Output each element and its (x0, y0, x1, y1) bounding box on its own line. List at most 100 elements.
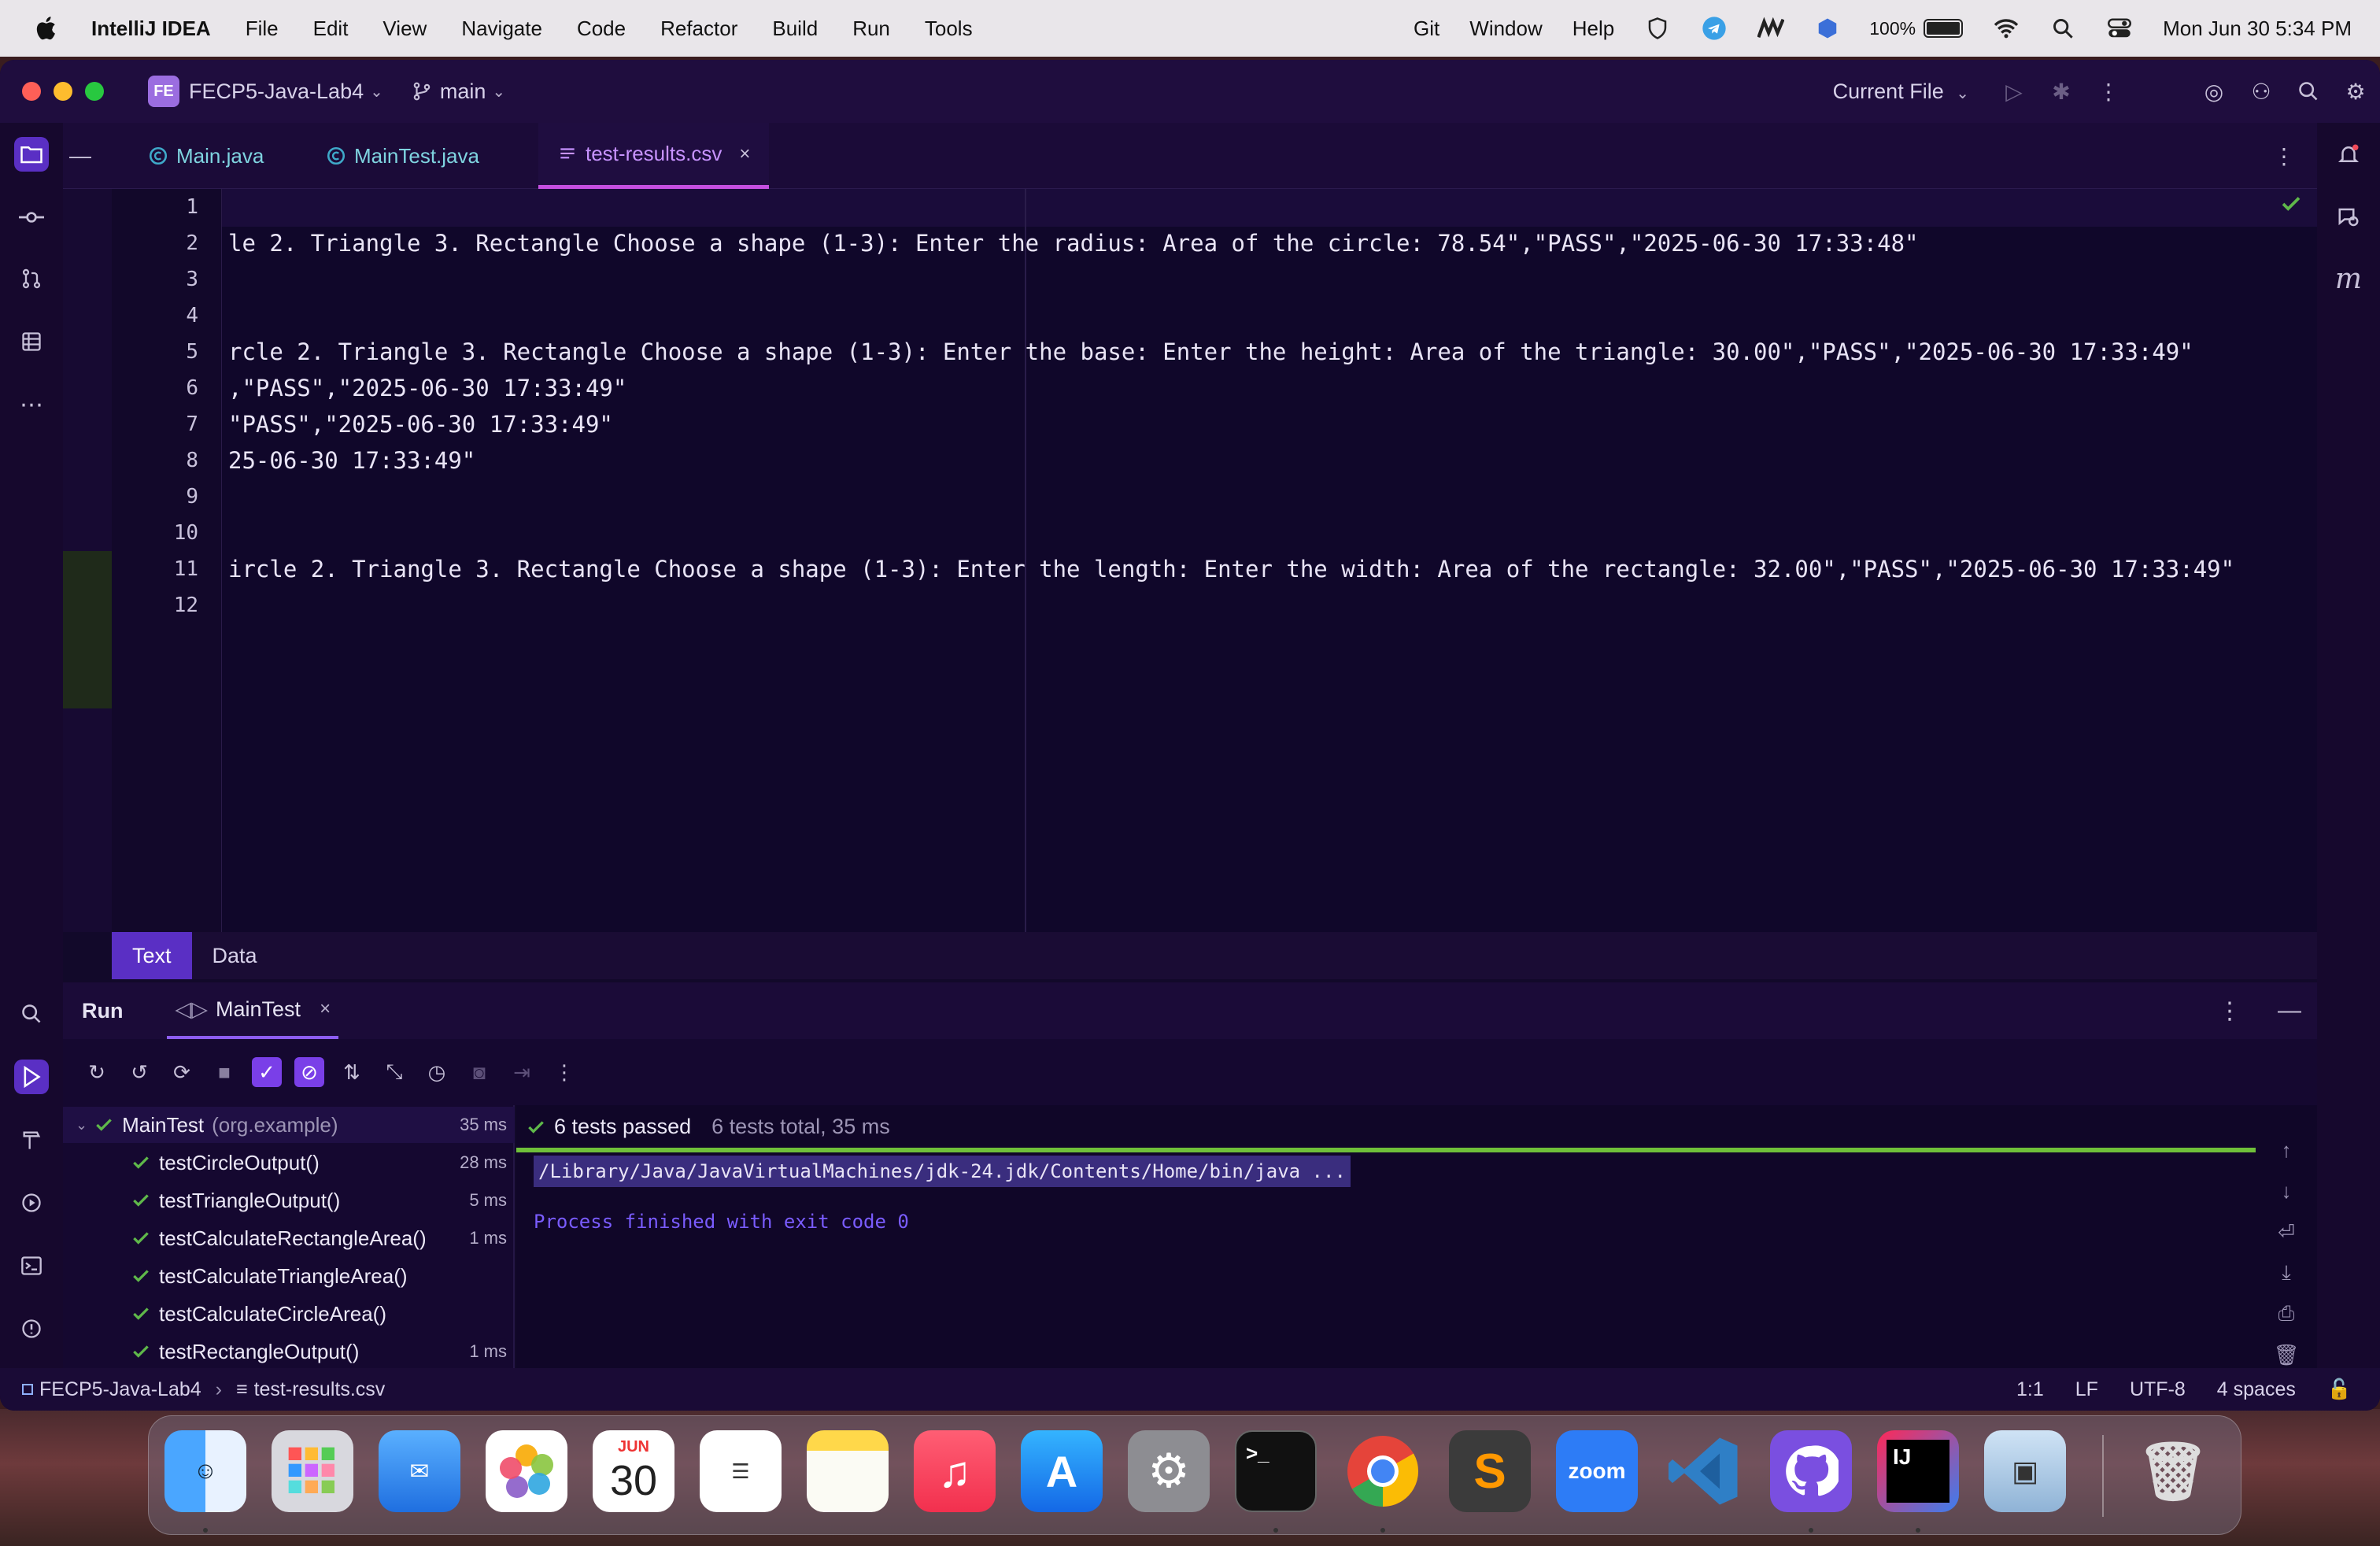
telegram-icon[interactable] (1701, 15, 1728, 42)
run-console[interactable]: 6 tests passed 6 tests total, 35 ms /Lib… (516, 1105, 2256, 1411)
code-editor[interactable]: le 2. Triangle 3. Rectangle Choose a sha… (222, 189, 2317, 932)
project-folder-icon[interactable] (14, 137, 49, 172)
more-vertical-icon[interactable]: ⋮ (2267, 139, 2301, 173)
menu-file[interactable]: File (246, 17, 279, 41)
tree-row-maintest[interactable]: ⌄ MainTest (org.example) 35 ms (63, 1107, 515, 1143)
run-icon[interactable]: ▷ (2001, 78, 2027, 105)
java-command-line[interactable]: /Library/Java/JavaVirtualMachines/jdk-24… (534, 1156, 1351, 1187)
run-tab-maintest[interactable]: ◁▷ MainTest × (167, 982, 339, 1039)
caret-position[interactable]: 1:1 (2016, 1378, 2044, 1401)
zoom-icon[interactable]: zoom (1556, 1430, 1638, 1512)
finder-icon[interactable]: ☺ (164, 1430, 246, 1512)
menu-refactor[interactable]: Refactor (660, 17, 737, 41)
menubar-clock[interactable]: Mon Jun 30 5:34 PM (2163, 17, 2352, 41)
ai-chat-icon[interactable] (2331, 200, 2366, 235)
menu-window[interactable]: Window (1469, 17, 1542, 41)
indent-setting[interactable]: 4 spaces (2217, 1378, 2296, 1401)
vscode-icon[interactable] (1663, 1430, 1745, 1512)
tree-row-test[interactable]: testCalculateTriangleArea() (63, 1258, 515, 1294)
trash-icon[interactable]: 🗑 (2273, 1341, 2300, 1368)
more-vertical-icon[interactable]: ⋮ (2218, 997, 2241, 1025)
scroll-to-end-icon[interactable]: ⤓ (2273, 1259, 2300, 1286)
run-tool-icon[interactable] (14, 1060, 49, 1094)
shield-icon[interactable] (1644, 15, 1671, 42)
cube-app-icon[interactable] (1814, 15, 1841, 42)
file-encoding[interactable]: UTF-8 (2130, 1378, 2186, 1401)
menu-git[interactable]: Git (1414, 17, 1439, 41)
sort-icon[interactable]: ⇅ (337, 1057, 367, 1087)
export-icon[interactable]: ⇥ (507, 1057, 537, 1087)
inspections-ok-icon[interactable] (2279, 192, 2303, 216)
tab-maintest-java[interactable]: MainTest.java (307, 123, 498, 189)
close-tab-icon[interactable]: × (739, 143, 750, 165)
chevron-down-icon[interactable]: ⌄ (76, 1117, 87, 1134)
gear-icon[interactable]: ⚙ (2342, 78, 2369, 105)
run-config-selector[interactable]: Current File ⌄ (1833, 80, 1969, 104)
scroll-down-icon[interactable]: ↓ (2273, 1178, 2300, 1204)
minimize-window-button[interactable] (54, 82, 72, 101)
notes-icon[interactable] (807, 1430, 889, 1512)
system-settings-icon[interactable]: ⚙ (1128, 1430, 1210, 1512)
rerun-icon[interactable]: ↻ (82, 1057, 112, 1087)
trash-icon[interactable]: 🗑 (2132, 1430, 2214, 1512)
preview-icon[interactable]: ▣ (1984, 1430, 2066, 1512)
more-vertical-icon[interactable]: ⋮ (549, 1057, 579, 1087)
tree-row-test[interactable]: testRectangleOutput() 1 ms (63, 1333, 515, 1370)
close-window-button[interactable] (22, 82, 41, 101)
structure-icon[interactable] (14, 324, 49, 359)
pull-requests-icon[interactable] (14, 261, 49, 296)
sublime-text-icon[interactable]: S (1449, 1430, 1531, 1512)
ai-assistant-icon[interactable]: ◎ (2201, 78, 2227, 105)
soft-wrap-icon[interactable]: ⏎ (2273, 1219, 2300, 1245)
rerun-failed-icon[interactable]: ↺ (124, 1057, 154, 1087)
stop-icon[interactable]: ■ (209, 1057, 239, 1087)
project-selector[interactable]: FECP5-Java-Lab4 (189, 80, 364, 104)
menu-view[interactable]: View (382, 17, 427, 41)
tree-row-test[interactable]: testTriangleOutput() 5 ms (63, 1182, 515, 1219)
chrome-icon[interactable] (1342, 1430, 1424, 1512)
branch-selector[interactable]: main ⌄ (412, 80, 505, 104)
intellij-idea-icon[interactable]: IJ (1877, 1430, 1959, 1512)
reminders-icon[interactable]: ☰ (700, 1430, 782, 1512)
tab-test-results-csv[interactable]: test-results.csv × (538, 123, 770, 189)
collapse-icon[interactable]: ⤡ (379, 1057, 409, 1087)
menu-navigate[interactable]: Navigate (461, 17, 542, 41)
show-ignored-toggle-icon[interactable]: ⊘ (294, 1057, 324, 1087)
search-icon[interactable] (2295, 78, 2322, 105)
commit-icon[interactable] (14, 200, 49, 235)
tab-data-view[interactable]: Data (192, 932, 278, 979)
breadcrumb-file[interactable]: test-results.csv (254, 1378, 386, 1401)
close-tab-icon[interactable]: × (320, 998, 331, 1020)
terminal-app-icon[interactable]: >_ (1235, 1430, 1317, 1512)
minimize-panel-icon[interactable]: — (63, 139, 98, 173)
spotlight-search-icon[interactable] (2049, 15, 2076, 42)
minimize-panel-icon[interactable]: — (2278, 997, 2301, 1024)
lock-icon[interactable]: 🔓 (2327, 1378, 2352, 1401)
project-badge[interactable]: FE (148, 76, 179, 107)
scroll-up-icon[interactable]: ↑ (2273, 1137, 2300, 1163)
debug-icon[interactable]: ✱ (2048, 78, 2075, 105)
tab-text-view[interactable]: Text (112, 932, 192, 979)
control-center-icon[interactable] (2106, 15, 2133, 42)
zoom-window-button[interactable] (85, 82, 104, 101)
add-user-icon[interactable]: ⚇ (2248, 78, 2275, 105)
launchpad-icon[interactable] (272, 1430, 353, 1512)
menu-app-name[interactable]: IntelliJ IDEA (91, 17, 211, 41)
maven-icon[interactable]: m (2331, 261, 2366, 296)
menu-run[interactable]: Run (852, 17, 890, 41)
tree-row-test[interactable]: testCalculateCircleArea() (63, 1296, 515, 1332)
calendar-icon[interactable]: JUN 30 (593, 1430, 674, 1512)
wave-app-icon[interactable] (1757, 15, 1785, 42)
menu-code[interactable]: Code (577, 17, 626, 41)
history-clock-icon[interactable]: ◷ (422, 1057, 452, 1087)
breadcrumb-project[interactable]: FECP5-Java-Lab4 (39, 1378, 201, 1401)
search-icon[interactable] (14, 997, 49, 1031)
print-icon[interactable]: ⎙ (2273, 1300, 2300, 1327)
app-store-icon[interactable]: A (1021, 1430, 1103, 1512)
more-vertical-icon[interactable]: ⋮ (2095, 78, 2122, 105)
toggle-auto-test-icon[interactable]: ⟳ (167, 1057, 197, 1087)
photos-icon[interactable] (486, 1430, 567, 1512)
build-hammer-icon[interactable] (14, 1123, 49, 1157)
more-horizontal-icon[interactable]: ⋯ (14, 387, 49, 422)
services-icon[interactable] (14, 1185, 49, 1220)
